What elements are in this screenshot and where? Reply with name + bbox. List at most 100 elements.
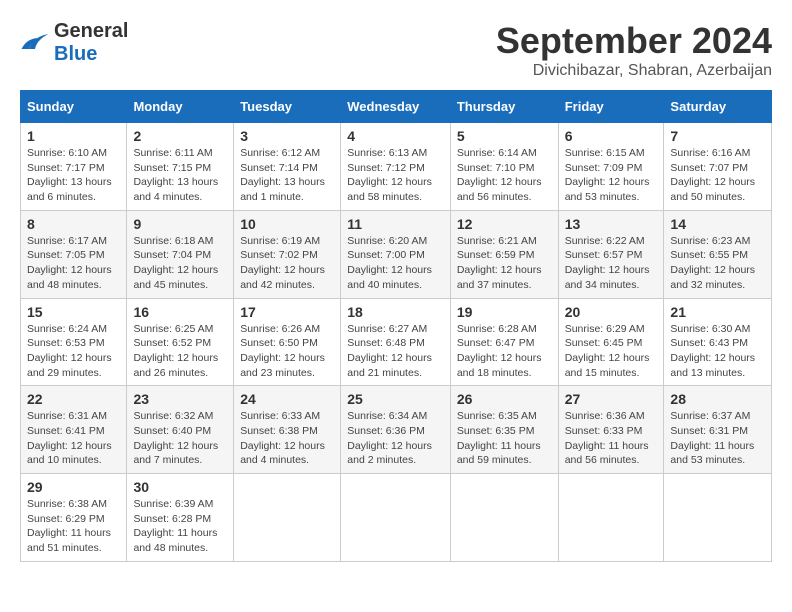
calendar-day-cell: 27 Sunrise: 6:36 AMSunset: 6:33 PMDayligh… <box>558 386 664 474</box>
day-number: 19 <box>457 304 552 320</box>
day-info: Sunrise: 6:13 AMSunset: 7:12 PMDaylight:… <box>347 146 444 205</box>
calendar-day-cell: 14 Sunrise: 6:23 AMSunset: 6:55 PMDayligh… <box>664 210 772 298</box>
day-info: Sunrise: 6:24 AMSunset: 6:53 PMDaylight:… <box>27 322 120 381</box>
logo-blue-text: Blue <box>54 43 97 65</box>
calendar-day-cell: 18 Sunrise: 6:27 AMSunset: 6:48 PMDayligh… <box>341 298 451 386</box>
day-number: 4 <box>347 128 444 144</box>
calendar-week-row: 1Sunrise: 6:10 AMSunset: 7:17 PMDaylight… <box>21 123 772 211</box>
month-title: September 2024 <box>496 20 772 62</box>
day-number: 13 <box>565 216 658 232</box>
calendar-day-cell: 30 Sunrise: 6:39 AMSunset: 6:28 PMDayligh… <box>127 474 234 562</box>
day-info: Sunrise: 6:20 AMSunset: 7:00 PMDaylight:… <box>347 234 444 293</box>
day-number: 16 <box>133 304 227 320</box>
day-info: Sunrise: 6:21 AMSunset: 6:59 PMDaylight:… <box>457 234 552 293</box>
calendar-table: SundayMondayTuesdayWednesdayThursdayFrid… <box>20 90 772 562</box>
day-number: 20 <box>565 304 658 320</box>
calendar-day-cell: 20Sunrise: 6:29 AMSunset: 6:45 PMDayligh… <box>558 298 664 386</box>
calendar-day-cell: 8Sunrise: 6:17 AMSunset: 7:05 PMDaylight… <box>21 210 127 298</box>
calendar-day-cell: 9Sunrise: 6:18 AMSunset: 7:04 PMDaylight… <box>127 210 234 298</box>
day-info: Sunrise: 6:28 AMSunset: 6:47 PMDaylight:… <box>457 322 552 381</box>
day-number: 24 <box>240 391 334 407</box>
header-friday: Friday <box>558 91 664 123</box>
day-number: 7 <box>670 128 765 144</box>
calendar-day-cell: 10 Sunrise: 6:19 AMSunset: 7:02 PMDayligh… <box>234 210 341 298</box>
calendar-week-row: 22 Sunrise: 6:31 AMSunset: 6:41 PMDayligh… <box>21 386 772 474</box>
header-sunday: Sunday <box>21 91 127 123</box>
calendar-day-cell: 11 Sunrise: 6:20 AMSunset: 7:00 PMDayligh… <box>341 210 451 298</box>
day-info: Sunrise: 6:25 AMSunset: 6:52 PMDaylight:… <box>133 322 227 381</box>
header-wednesday: Wednesday <box>341 91 451 123</box>
day-info: Sunrise: 6:31 AMSunset: 6:41 PMDaylight:… <box>27 409 120 468</box>
calendar-day-cell: 23Sunrise: 6:32 AMSunset: 6:40 PMDayligh… <box>127 386 234 474</box>
calendar-day-cell: 16 Sunrise: 6:25 AMSunset: 6:52 PMDayligh… <box>127 298 234 386</box>
day-number: 6 <box>565 128 658 144</box>
title-section: September 2024 Divichibazar, Shabran, Az… <box>496 20 772 80</box>
location-text: Divichibazar, Shabran, Azerbaijan <box>496 62 772 80</box>
header-saturday: Saturday <box>664 91 772 123</box>
day-info: Sunrise: 6:33 AMSunset: 6:38 PMDaylight:… <box>240 409 334 468</box>
day-info: Sunrise: 6:23 AMSunset: 6:55 PMDaylight:… <box>670 234 765 293</box>
calendar-day-cell: 3 Sunrise: 6:12 AMSunset: 7:14 PMDaylight… <box>234 123 341 211</box>
empty-cell <box>558 474 664 562</box>
calendar-day-cell: 12 Sunrise: 6:21 AMSunset: 6:59 PMDayligh… <box>450 210 558 298</box>
day-number: 1 <box>27 128 120 144</box>
day-info: Sunrise: 6:37 AMSunset: 6:31 PMDaylight:… <box>670 409 765 468</box>
day-number: 27 <box>565 391 658 407</box>
day-number: 28 <box>670 391 765 407</box>
day-number: 29 <box>27 479 120 495</box>
day-info: Sunrise: 6:14 AMSunset: 7:10 PMDaylight:… <box>457 146 552 205</box>
calendar-week-row: 15 Sunrise: 6:24 AMSunset: 6:53 PMDayligh… <box>21 298 772 386</box>
calendar-day-cell: 19 Sunrise: 6:28 AMSunset: 6:47 PMDayligh… <box>450 298 558 386</box>
day-info: Sunrise: 6:27 AMSunset: 6:48 PMDaylight:… <box>347 322 444 381</box>
calendar-day-cell: 22 Sunrise: 6:31 AMSunset: 6:41 PMDayligh… <box>21 386 127 474</box>
day-info: Sunrise: 6:19 AMSunset: 7:02 PMDaylight:… <box>240 234 334 293</box>
day-info: Sunrise: 6:22 AMSunset: 6:57 PMDaylight:… <box>565 234 658 293</box>
calendar-day-cell: 1Sunrise: 6:10 AMSunset: 7:17 PMDaylight… <box>21 123 127 211</box>
day-number: 11 <box>347 216 444 232</box>
day-number: 10 <box>240 216 334 232</box>
day-number: 5 <box>457 128 552 144</box>
logo-general-text: General <box>54 20 128 42</box>
logo: General Blue <box>20 20 128 66</box>
calendar-header-row: SundayMondayTuesdayWednesdayThursdayFrid… <box>21 91 772 123</box>
calendar-day-cell: 24 Sunrise: 6:33 AMSunset: 6:38 PMDayligh… <box>234 386 341 474</box>
calendar-day-cell: 6Sunrise: 6:15 AMSunset: 7:09 PMDaylight… <box>558 123 664 211</box>
day-number: 15 <box>27 304 120 320</box>
day-number: 12 <box>457 216 552 232</box>
calendar-week-row: 8Sunrise: 6:17 AMSunset: 7:05 PMDaylight… <box>21 210 772 298</box>
calendar-day-cell: 28 Sunrise: 6:37 AMSunset: 6:31 PMDayligh… <box>664 386 772 474</box>
day-info: Sunrise: 6:26 AMSunset: 6:50 PMDaylight:… <box>240 322 334 381</box>
day-number: 2 <box>133 128 227 144</box>
day-info: Sunrise: 6:18 AMSunset: 7:04 PMDaylight:… <box>133 234 227 293</box>
page-header: General Blue September 2024 Divichibazar… <box>20 20 772 80</box>
day-info: Sunrise: 6:30 AMSunset: 6:43 PMDaylight:… <box>670 322 765 381</box>
day-info: Sunrise: 6:36 AMSunset: 6:33 PMDaylight:… <box>565 409 658 468</box>
calendar-week-row: 29Sunrise: 6:38 AMSunset: 6:29 PMDayligh… <box>21 474 772 562</box>
calendar-day-cell: 13 Sunrise: 6:22 AMSunset: 6:57 PMDayligh… <box>558 210 664 298</box>
calendar-day-cell: 21 Sunrise: 6:30 AMSunset: 6:43 PMDayligh… <box>664 298 772 386</box>
day-info: Sunrise: 6:12 AMSunset: 7:14 PMDaylight:… <box>240 146 334 205</box>
day-number: 14 <box>670 216 765 232</box>
day-number: 25 <box>347 391 444 407</box>
day-number: 17 <box>240 304 334 320</box>
day-number: 22 <box>27 391 120 407</box>
empty-cell <box>341 474 451 562</box>
day-number: 3 <box>240 128 334 144</box>
day-number: 26 <box>457 391 552 407</box>
empty-cell <box>234 474 341 562</box>
header-thursday: Thursday <box>450 91 558 123</box>
calendar-day-cell: 5 Sunrise: 6:14 AMSunset: 7:10 PMDaylight… <box>450 123 558 211</box>
day-number: 21 <box>670 304 765 320</box>
logo-bird-icon <box>20 32 50 54</box>
day-number: 8 <box>27 216 120 232</box>
empty-cell <box>664 474 772 562</box>
calendar-day-cell: 26Sunrise: 6:35 AMSunset: 6:35 PMDayligh… <box>450 386 558 474</box>
day-number: 30 <box>133 479 227 495</box>
calendar-day-cell: 4 Sunrise: 6:13 AMSunset: 7:12 PMDaylight… <box>341 123 451 211</box>
day-number: 18 <box>347 304 444 320</box>
day-info: Sunrise: 6:34 AMSunset: 6:36 PMDaylight:… <box>347 409 444 468</box>
day-info: Sunrise: 6:16 AMSunset: 7:07 PMDaylight:… <box>670 146 765 205</box>
empty-cell <box>450 474 558 562</box>
day-info: Sunrise: 6:11 AMSunset: 7:15 PMDaylight:… <box>133 146 227 205</box>
day-info: Sunrise: 6:39 AMSunset: 6:28 PMDaylight:… <box>133 497 227 556</box>
